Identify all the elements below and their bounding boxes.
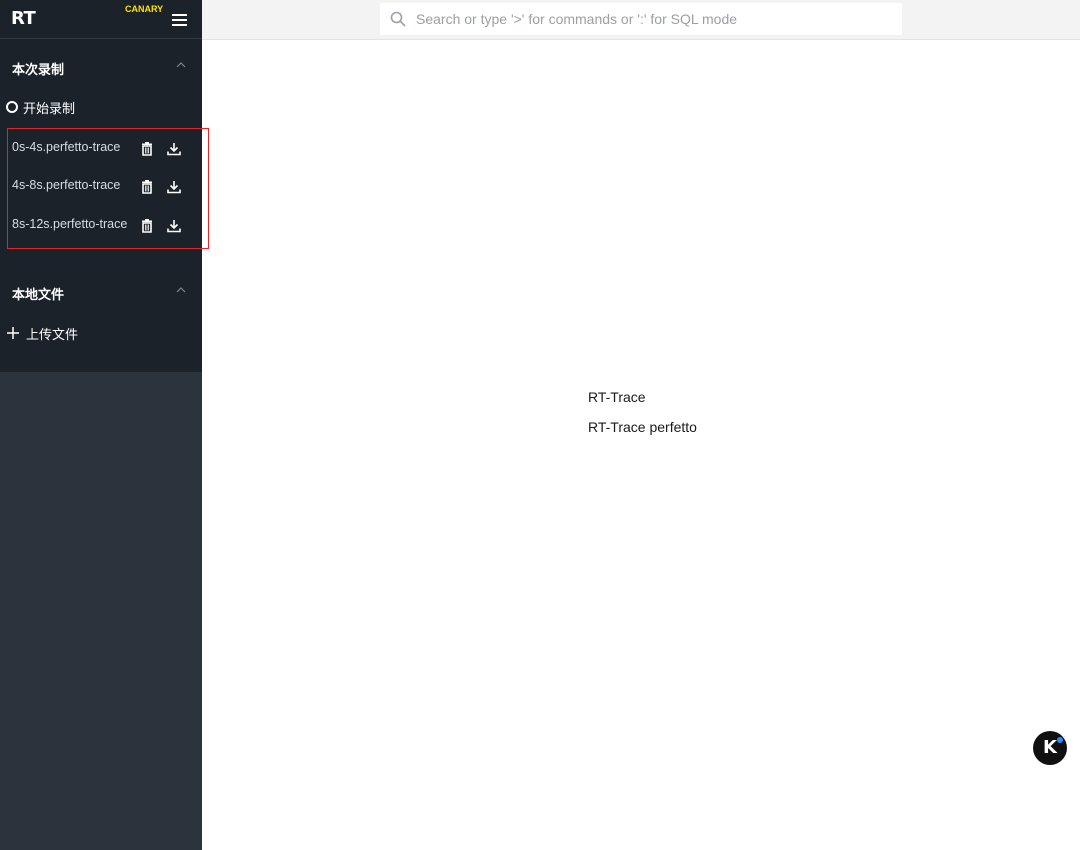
chevron-up-icon[interactable]	[174, 285, 188, 295]
start-recording-button[interactable]: 开始录制	[6, 97, 75, 117]
upload-file-label: 上传文件	[26, 327, 79, 343]
section-header-local-files[interactable]: 本地文件	[0, 277, 202, 307]
list-item: 8s-12s.perfetto-trace	[12, 214, 202, 236]
main-subheading: RT-Trace perfetto	[588, 419, 697, 435]
trash-icon[interactable]	[141, 180, 153, 194]
start-recording-label: 开始录制	[23, 101, 76, 117]
trash-icon[interactable]	[141, 142, 153, 156]
search-input[interactable]	[416, 6, 896, 32]
main-heading: RT-Trace	[588, 389, 646, 405]
sidebar: RT CANARY 本次录制 开始录制 0s-4s.perfetto-trace	[0, 0, 209, 850]
canary-badge: CANARY	[125, 4, 164, 14]
upload-file-button[interactable]: 上传文件	[6, 322, 78, 344]
list-item: 4s-8s.perfetto-trace	[12, 175, 202, 197]
search-icon	[390, 11, 406, 27]
download-icon[interactable]	[167, 142, 181, 156]
plus-icon	[7, 327, 19, 339]
trace-file-link[interactable]: 8s-12s.perfetto-trace	[12, 217, 127, 231]
floating-k-badge[interactable]: K	[1033, 731, 1067, 765]
trace-file-link[interactable]: 0s-4s.perfetto-trace	[12, 140, 120, 154]
section-title-local-files: 本地文件	[12, 288, 65, 303]
list-item: 0s-4s.perfetto-trace	[12, 137, 202, 159]
trace-file-link[interactable]: 4s-8s.perfetto-trace	[12, 178, 120, 192]
menu-icon[interactable]	[172, 14, 187, 26]
section-title-recording: 本次录制	[12, 63, 65, 78]
download-icon[interactable]	[167, 219, 181, 233]
section-header-recording[interactable]: 本次录制	[0, 52, 202, 82]
trash-icon[interactable]	[141, 219, 153, 233]
chevron-up-icon[interactable]	[174, 60, 188, 70]
top-bar	[202, 0, 1080, 40]
notification-dot	[1057, 737, 1063, 743]
record-circle-icon	[6, 101, 18, 113]
brand-bar: RT CANARY	[0, 0, 202, 39]
download-icon[interactable]	[167, 180, 181, 194]
search-box	[380, 3, 902, 35]
app-logo: RT	[11, 8, 36, 29]
